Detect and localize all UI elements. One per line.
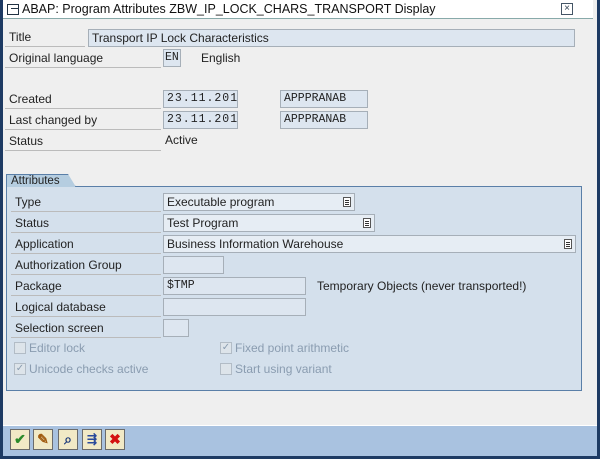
type-label: Type (11, 194, 161, 212)
edit-icon: ✎ (37, 431, 49, 447)
status-label: Status (5, 133, 161, 151)
editor-lock-label: Editor lock (29, 341, 86, 355)
start-variant-checkbox[interactable]: Start using variant (220, 362, 332, 376)
display-icon: ⌕ (64, 431, 72, 447)
dropdown-icon[interactable] (363, 218, 371, 228)
editor-lock-checkbox[interactable]: Editor lock (14, 341, 85, 355)
application-value: Business Information Warehouse (167, 237, 344, 251)
unicode-checks-label: Unicode checks active (29, 362, 149, 376)
dropdown-icon[interactable] (564, 239, 572, 249)
application-label: Application (11, 236, 161, 254)
created-date-field[interactable]: 23.11.2010 (163, 90, 238, 108)
prog-status-label: Status (11, 215, 161, 233)
title-label: Title (5, 29, 85, 47)
package-field[interactable]: $TMP (163, 277, 306, 295)
type-dropdown[interactable]: Executable program (163, 193, 355, 211)
selection-screen-field[interactable] (163, 319, 189, 337)
window-icon (7, 3, 19, 15)
bottom-toolbar: ✔ ✎ ⌕ ⇶ ✖ (3, 425, 597, 456)
type-value: Executable program (167, 195, 275, 209)
display-button[interactable]: ⌕ (58, 429, 78, 450)
auth-group-field[interactable] (163, 256, 224, 274)
selection-screen-label: Selection screen (11, 320, 161, 338)
checkbox-checked-icon: ✓ (220, 342, 232, 354)
status-value: Active (165, 133, 198, 147)
attributes-tab: Attributes (6, 174, 76, 187)
fixed-point-checkbox[interactable]: ✓ Fixed point arithmetic (220, 341, 349, 355)
window-title: ABAP: Program Attributes ZBW_IP_LOCK_CHA… (22, 2, 436, 16)
prog-status-value: Test Program (167, 216, 239, 230)
hierarchy-icon: ⇶ (86, 432, 98, 446)
cancel-button[interactable]: ✖ (105, 429, 125, 450)
package-description: Temporary Objects (never transported!) (317, 279, 527, 293)
dropdown-icon[interactable] (343, 197, 351, 207)
application-dropdown[interactable]: Business Information Warehouse (163, 235, 576, 253)
checkbox-checked-icon: ✓ (14, 363, 26, 375)
fixed-point-label: Fixed point arithmetic (235, 341, 350, 355)
start-variant-label: Start using variant (235, 362, 332, 376)
changed-label: Last changed by (5, 112, 161, 130)
close-icon[interactable]: × (561, 3, 573, 15)
created-user-field[interactable]: APPPRANAB (280, 90, 368, 108)
auth-group-label: Authorization Group (11, 257, 161, 275)
language-label: Original language (5, 50, 161, 68)
hierarchy-button[interactable]: ⇶ (82, 429, 102, 450)
checkbox-icon (14, 342, 26, 354)
language-code-field[interactable]: EN (163, 49, 181, 67)
language-name: English (201, 51, 241, 65)
check-icon: ✔ (14, 431, 26, 447)
changed-date-field[interactable]: 23.11.2010 (163, 111, 238, 129)
created-label: Created (5, 91, 161, 109)
logical-db-label: Logical database (11, 299, 161, 317)
dialog-window: ABAP: Program Attributes ZBW_IP_LOCK_CHA… (3, 0, 597, 456)
changed-user-field[interactable]: APPPRANAB (280, 111, 368, 129)
checkbox-icon (220, 363, 232, 375)
edit-button[interactable]: ✎ (33, 429, 53, 450)
title-bar: ABAP: Program Attributes ZBW_IP_LOCK_CHA… (3, 0, 593, 19)
prog-status-dropdown[interactable]: Test Program (163, 214, 375, 232)
unicode-checks-checkbox[interactable]: ✓ Unicode checks active (14, 362, 148, 376)
package-label: Package (11, 278, 161, 296)
check-button[interactable]: ✔ (10, 429, 30, 450)
cancel-icon: ✖ (109, 431, 121, 447)
title-field[interactable]: Transport IP Lock Characteristics (88, 29, 575, 47)
logical-db-field[interactable] (163, 298, 306, 316)
